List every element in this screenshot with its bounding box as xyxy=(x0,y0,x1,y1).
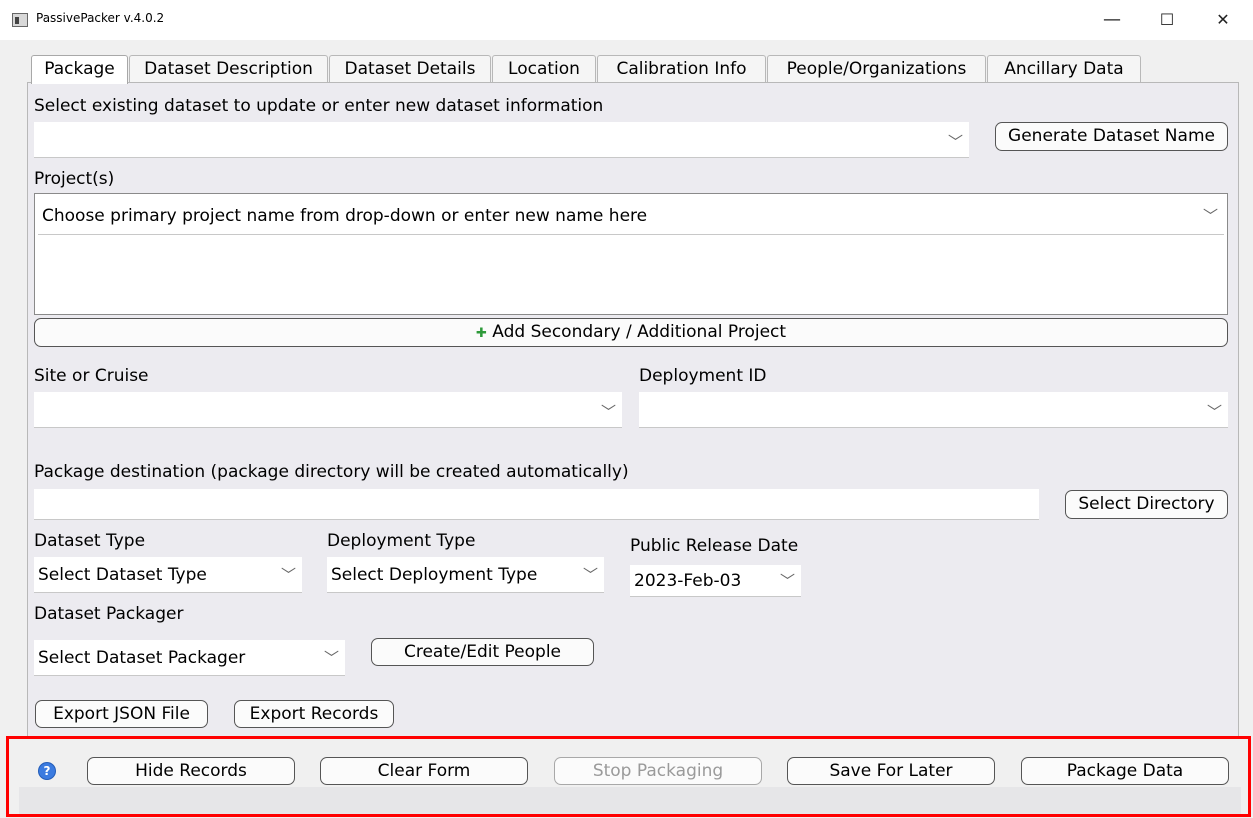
projects-label: Project(s) xyxy=(34,169,115,189)
tab-location[interactable]: Location xyxy=(492,55,596,83)
highlight-box xyxy=(6,736,1251,817)
chevron-down-icon: ﹀ xyxy=(1206,403,1222,421)
deployment-type-value: Select Deployment Type xyxy=(331,565,538,585)
projects-list: Choose primary project name from drop-do… xyxy=(34,193,1228,315)
dataset-type-select[interactable]: Select Dataset Type ﹀ xyxy=(34,557,302,593)
primary-project-combo[interactable]: Choose primary project name from drop-do… xyxy=(38,197,1224,235)
chevron-down-icon: ﹀ xyxy=(323,649,339,667)
add-secondary-project-label: Add Secondary / Additional Project xyxy=(492,322,787,342)
tab-package[interactable]: Package xyxy=(31,55,128,84)
tab-people-organizations[interactable]: People/Organizations xyxy=(767,55,986,83)
release-date-value: 2023-Feb-03 xyxy=(634,571,742,591)
generate-dataset-name-button[interactable]: Generate Dataset Name xyxy=(995,122,1228,151)
tab-calibration-info[interactable]: Calibration Info xyxy=(597,55,766,83)
add-secondary-project-button[interactable]: ✚ Add Secondary / Additional Project xyxy=(34,318,1228,347)
chevron-down-icon: ﹀ xyxy=(582,566,598,584)
chevron-down-icon: ﹀ xyxy=(1202,207,1218,225)
site-label: Site or Cruise xyxy=(34,366,149,386)
packager-label: Dataset Packager xyxy=(34,604,184,624)
window-title: PassivePacker v.4.0.2 xyxy=(36,11,165,25)
deployment-id-label: Deployment ID xyxy=(639,366,767,386)
release-date-label: Public Release Date xyxy=(630,536,799,556)
maximize-button[interactable]: ☐ xyxy=(1152,8,1182,32)
packager-select[interactable]: Select Dataset Packager ﹀ xyxy=(34,640,345,676)
packager-value: Select Dataset Packager xyxy=(38,648,246,668)
dataset-select-label: Select existing dataset to update or ent… xyxy=(34,96,604,116)
plus-icon: ✚ xyxy=(475,326,487,341)
minimize-button[interactable]: — xyxy=(1097,8,1127,32)
close-button[interactable]: ✕ xyxy=(1208,8,1238,32)
deployment-id-combo[interactable]: ﹀ xyxy=(639,392,1228,428)
destination-label: Package destination (package directory w… xyxy=(34,462,629,482)
chevron-down-icon: ﹀ xyxy=(947,133,963,151)
release-date-picker[interactable]: 2023-Feb-03 ﹀ xyxy=(630,565,801,597)
site-combo[interactable]: ﹀ xyxy=(34,392,622,428)
deployment-type-select[interactable]: Select Deployment Type ﹀ xyxy=(327,557,604,593)
chevron-down-icon: ﹀ xyxy=(779,572,795,590)
tab-dataset-description[interactable]: Dataset Description xyxy=(129,55,328,83)
dataset-type-label: Dataset Type xyxy=(34,531,146,551)
tab-ancillary-data[interactable]: Ancillary Data xyxy=(987,55,1141,83)
dataset-type-value: Select Dataset Type xyxy=(38,565,207,585)
title-bar xyxy=(0,0,1253,40)
app-icon xyxy=(12,13,28,27)
deployment-type-label: Deployment Type xyxy=(327,531,476,551)
export-json-button[interactable]: Export JSON File xyxy=(35,700,208,728)
select-directory-button[interactable]: Select Directory xyxy=(1065,490,1228,519)
create-edit-people-button[interactable]: Create/Edit People xyxy=(371,638,594,666)
destination-input[interactable] xyxy=(34,489,1039,520)
tab-dataset-details[interactable]: Dataset Details xyxy=(329,55,491,83)
chevron-down-icon: ﹀ xyxy=(280,566,296,584)
chevron-down-icon: ﹀ xyxy=(600,403,616,421)
primary-project-placeholder: Choose primary project name from drop-do… xyxy=(42,206,648,226)
dataset-select-combo[interactable]: ﹀ xyxy=(34,122,969,158)
export-records-button[interactable]: Export Records xyxy=(234,700,394,728)
